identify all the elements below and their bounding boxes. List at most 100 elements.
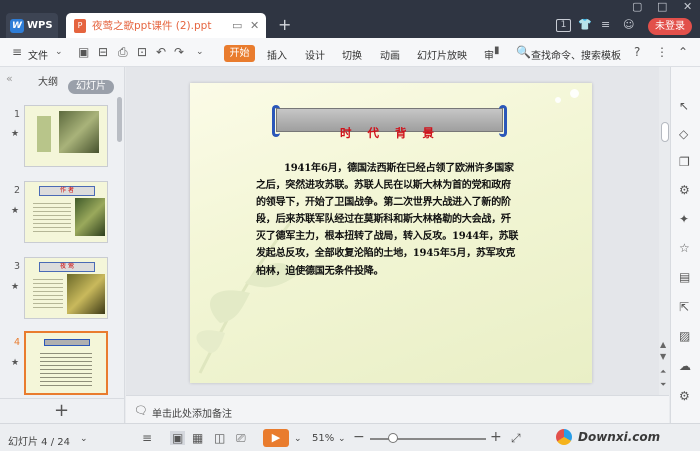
shape-icon[interactable]: ◇: [679, 127, 688, 141]
decoration-dot: [570, 89, 579, 98]
slide-thumbnail-4[interactable]: [24, 331, 108, 395]
chevron-down-icon[interactable]: ⌄: [80, 434, 88, 444]
scroll-right-edge: [499, 105, 507, 137]
scroll-down-icon[interactable]: ▼: [660, 352, 666, 361]
slide-thumbnail-2[interactable]: 作 者: [24, 181, 108, 243]
save-icon[interactable]: ▣: [78, 45, 89, 59]
current-slide[interactable]: 时 代 背 景 1941年6月，德国法西斯在已经占领了欧洲许多国家之后，突然进攻…: [190, 83, 592, 383]
new-tab-icon[interactable]: +: [278, 15, 291, 34]
redo-icon[interactable]: ↷: [174, 45, 184, 59]
ribbon: ≡ 文件 ⌄ ▣ ⊟ ⎙ ⊡ ↶ ↷ ⌄ 插入 设计 切换 动画 幻灯片放映 审…: [0, 38, 700, 67]
quick-access-more-icon[interactable]: ⌄: [196, 47, 204, 57]
restore-window-icon[interactable]: ▢: [632, 0, 642, 13]
tab-animation[interactable]: 动画: [380, 47, 400, 62]
backup-icon[interactable]: ☁: [679, 359, 691, 373]
tab-home[interactable]: 开始: [224, 45, 255, 62]
workspace-badge[interactable]: 1: [556, 19, 571, 32]
tab-transitions[interactable]: 切换: [342, 47, 362, 62]
search-icon[interactable]: 🔍: [516, 45, 531, 59]
undo-icon[interactable]: ↶: [156, 45, 166, 59]
adjust-icon[interactable]: ⚙: [679, 183, 690, 197]
print-preview-icon[interactable]: ⊡: [137, 45, 147, 59]
chevron-down-icon[interactable]: ⌄: [55, 47, 63, 57]
menu-icon[interactable]: ≡: [601, 18, 610, 31]
animation-icon[interactable]: ✦: [679, 212, 689, 226]
image-icon[interactable]: ▨: [679, 329, 690, 343]
export-pdf-icon[interactable]: ⊟: [98, 45, 108, 59]
star-icon[interactable]: ☆: [679, 241, 690, 255]
tab-slideshow[interactable]: 幻灯片放映: [417, 47, 467, 62]
normal-view-icon[interactable]: ▣: [170, 431, 186, 445]
canvas-scrollbar-thumb[interactable]: [661, 122, 669, 142]
maximize-window-icon[interactable]: □: [657, 0, 667, 13]
animation-star-icon: ★: [11, 129, 20, 139]
thumb-bird-image: [75, 198, 105, 236]
document-tab[interactable]: P 夜莺之歌ppt课件 (2).ppt ▭ ✕: [66, 13, 266, 38]
presenter-icon[interactable]: ⎚: [236, 431, 246, 446]
tab-insert[interactable]: 插入: [267, 47, 287, 62]
format-icon[interactable]: ❐: [679, 155, 690, 169]
tab-design[interactable]: 设计: [305, 47, 325, 62]
share-icon[interactable]: ⇱: [679, 300, 689, 314]
tab-slides[interactable]: 幻灯片: [68, 80, 114, 94]
close-window-icon[interactable]: ✕: [683, 0, 692, 13]
more-options-icon[interactable]: ⋮: [656, 45, 668, 59]
add-slide-icon[interactable]: +: [54, 400, 69, 421]
slide-thumbnail-3[interactable]: 夜 莺: [24, 257, 108, 319]
thumb-bird-image: [59, 111, 99, 153]
chevron-down-icon[interactable]: ⌄: [338, 434, 346, 444]
tabs-scroll-icon[interactable]: ▮: [494, 45, 500, 56]
tab-review[interactable]: 审: [484, 47, 494, 62]
prev-slide-icon[interactable]: ⏶: [660, 367, 666, 377]
collapse-panel-icon[interactable]: «: [6, 72, 13, 85]
pointer-icon[interactable]: ↖: [679, 99, 689, 113]
zoom-in-icon[interactable]: +: [490, 429, 502, 445]
thumb-title-bar: [37, 116, 51, 152]
slide-thumbnail-1[interactable]: [24, 105, 108, 167]
document-tab-title: 夜莺之歌ppt课件 (2).ppt: [92, 20, 212, 32]
file-menu[interactable]: 文件: [28, 47, 48, 62]
slide-panel: « 大纲 1 ★ 2 ★ 作 者 3 ★ 夜 莺 4 ★ +: [0, 67, 125, 423]
window-mode-icon[interactable]: ▭: [232, 19, 242, 32]
tab-outline[interactable]: 大纲: [38, 73, 58, 88]
collapse-ribbon-icon[interactable]: ⌃: [678, 45, 688, 59]
fit-window-icon[interactable]: ⤢: [511, 431, 521, 446]
print-icon[interactable]: ⎙: [118, 45, 128, 60]
notes-toggle-icon[interactable]: ≡: [142, 431, 152, 445]
animation-star-icon: ★: [11, 206, 20, 216]
animation-star-icon: ★: [11, 282, 20, 292]
skin-icon[interactable]: 👕: [578, 18, 592, 31]
wps-tab-label: WPS: [27, 20, 53, 31]
reading-view-icon[interactable]: ◫: [214, 431, 225, 445]
next-slide-icon[interactable]: ⏷: [660, 380, 666, 390]
user-icon[interactable]: ☺: [623, 18, 634, 31]
slide-body-text[interactable]: 1941年6月，德国法西斯在已经占领了欧洲许多国家之后，突然进攻苏联。苏联人民在…: [256, 160, 520, 280]
close-tab-icon[interactable]: ✕: [250, 19, 259, 32]
play-slideshow-button[interactable]: ▶: [263, 429, 289, 447]
slide-title: 时 代 背 景: [339, 126, 440, 140]
notes-placeholder[interactable]: 单击此处添加备注: [152, 405, 232, 420]
sorter-view-icon[interactable]: ▦: [192, 431, 203, 445]
title-bar: W WPS P 夜莺之歌ppt课件 (2).ppt ▭ ✕ + ▢ □ ✕ 1 …: [0, 0, 700, 38]
archive-icon[interactable]: ▤: [679, 270, 690, 284]
thumb-text-lines: [40, 350, 92, 388]
chevron-down-icon[interactable]: ⌄: [294, 434, 302, 444]
login-button[interactable]: 未登录: [648, 18, 692, 35]
settings-icon[interactable]: ⚙: [679, 389, 690, 403]
ppt-file-icon: P: [74, 18, 86, 33]
thumb-title: [44, 339, 90, 346]
watermark-text: Downxi.com: [578, 430, 661, 444]
zoom-out-icon[interactable]: −: [353, 429, 365, 445]
panel-footer: +: [0, 398, 125, 423]
scroll-up-icon[interactable]: ▲: [660, 340, 666, 349]
slide-canvas: 时 代 背 景 1941年6月，德国法西斯在已经占领了欧洲许多国家之后，突然进攻…: [126, 67, 659, 395]
watermark: Downxi.com: [556, 426, 696, 450]
panel-scrollbar[interactable]: [117, 97, 122, 142]
zoom-slider-knob[interactable]: [388, 433, 399, 443]
help-icon[interactable]: ?: [634, 45, 640, 59]
zoom-level[interactable]: 51%: [312, 433, 334, 444]
hamburger-icon[interactable]: ≡: [12, 45, 22, 59]
command-search[interactable]: 查找命令、搜索模板: [531, 47, 621, 62]
wps-home-tab[interactable]: W WPS: [6, 13, 58, 38]
notes-pane[interactable]: 🗨 单击此处添加备注: [126, 395, 669, 423]
